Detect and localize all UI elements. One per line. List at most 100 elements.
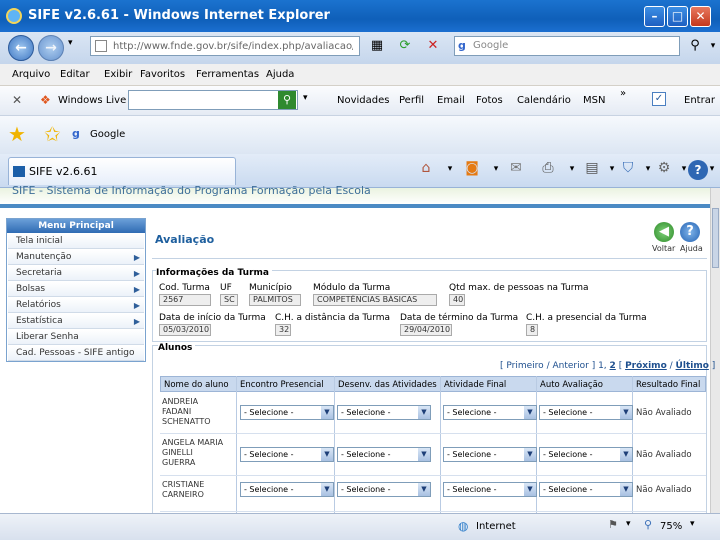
chevron-down-icon: ▼ bbox=[524, 483, 536, 496]
menu-item-cad-pessoas[interactable]: Cad. Pessoas - SIFE antigo bbox=[8, 346, 144, 361]
scrollbar-thumb[interactable] bbox=[712, 208, 719, 268]
live-link-novidades[interactable]: Novidades bbox=[337, 95, 389, 106]
modulo-field: COMPETÊNCIAS BÁSICAS bbox=[313, 294, 437, 306]
menu-arquivo[interactable]: Arquivo bbox=[12, 69, 50, 80]
add-favorite-icon[interactable]: ✩ bbox=[44, 122, 61, 146]
menu-item-tela-inicial[interactable]: Tela inicial bbox=[8, 234, 144, 249]
stop-icon[interactable]: ✕ bbox=[424, 38, 442, 54]
desenv-select[interactable]: - Selecione - ▼ bbox=[337, 447, 431, 462]
menu-item-manutencao[interactable]: Manutenção ▶ bbox=[8, 250, 144, 265]
voltar-button[interactable]: Voltar bbox=[652, 244, 675, 253]
ch-presencial-label: C.H. a presencial da Turma bbox=[526, 313, 647, 323]
google-fav-link[interactable]: Google bbox=[90, 129, 125, 140]
close-toolbar-icon[interactable]: ✕ bbox=[12, 93, 22, 107]
pager-ultimo[interactable]: Último bbox=[676, 361, 709, 371]
maximize-button[interactable]: □ bbox=[667, 6, 688, 27]
minimize-button[interactable]: – bbox=[644, 6, 665, 27]
auto-avaliacao-select[interactable]: - Selecione - ▼ bbox=[539, 482, 633, 497]
vertical-scrollbar[interactable] bbox=[710, 188, 720, 513]
favorites-star-icon[interactable]: ★ bbox=[8, 122, 26, 146]
data-termino-label: Data de término da Turma bbox=[400, 313, 519, 323]
help-dropdown[interactable]: ▾ bbox=[706, 164, 718, 174]
chevron-down-icon: ▼ bbox=[524, 448, 536, 461]
google-fav-icon: g bbox=[72, 127, 80, 140]
pager-page-2[interactable]: 2 bbox=[610, 361, 616, 371]
desenv-select[interactable]: - Selecione - ▼ bbox=[337, 482, 431, 497]
refresh-icon[interactable]: ⟳ bbox=[396, 38, 414, 54]
ajuda-button[interactable]: Ajuda bbox=[680, 244, 703, 253]
live-search-input[interactable] bbox=[128, 90, 298, 110]
live-link-fotos[interactable]: Fotos bbox=[476, 95, 503, 106]
live-search-dropdown[interactable]: ▾ bbox=[303, 93, 308, 103]
pager-primeiro[interactable]: Primeiro bbox=[506, 361, 543, 371]
chevron-right-icon: ▶ bbox=[133, 301, 140, 310]
chevron-down-icon: ▼ bbox=[418, 448, 430, 461]
google-icon: g bbox=[458, 39, 466, 52]
atividade-final-select[interactable]: - Selecione - ▼ bbox=[443, 447, 537, 462]
home-icon[interactable]: ⌂ bbox=[414, 160, 438, 176]
rss-feed-icon[interactable]: ◙ bbox=[460, 160, 484, 176]
encontro-select[interactable]: - Selecione - ▼ bbox=[240, 482, 334, 497]
mail-icon[interactable]: ✉ bbox=[504, 160, 528, 176]
zoom-dropdown[interactable]: ▾ bbox=[690, 519, 695, 529]
menu-editar[interactable]: Editar bbox=[60, 69, 90, 80]
atividade-final-select[interactable]: - Selecione - ▼ bbox=[443, 405, 537, 420]
recent-pages-dropdown[interactable]: ▾ bbox=[68, 38, 73, 48]
menu-item-relatorios[interactable]: Relatórios ▶ bbox=[8, 298, 144, 313]
signin-link[interactable]: Entrar bbox=[684, 95, 715, 106]
protected-mode-dropdown[interactable]: ▾ bbox=[626, 519, 631, 529]
back-arrow-icon[interactable]: ◀ bbox=[654, 222, 674, 242]
menu-ajuda[interactable]: Ajuda bbox=[266, 69, 294, 80]
student-name: ANGELA MARIA GINELLI GUERRA bbox=[162, 438, 224, 467]
live-link-perfil[interactable]: Perfil bbox=[399, 95, 424, 106]
search-icon[interactable]: ⚲ bbox=[686, 38, 704, 54]
header-divider bbox=[0, 204, 710, 208]
tab-sife[interactable]: SIFE v2.6.61 bbox=[8, 157, 236, 185]
search-box[interactable]: g Google bbox=[454, 36, 680, 56]
auto-avaliacao-select[interactable]: - Selecione - ▼ bbox=[539, 405, 633, 420]
print-icon[interactable]: ⎙ bbox=[536, 160, 560, 176]
col-auto-avaliacao: Auto Avaliação bbox=[540, 380, 604, 390]
chevron-down-icon: ▼ bbox=[418, 406, 430, 419]
checkbox-icon[interactable]: ✓ bbox=[652, 92, 666, 106]
menu-item-estatistica[interactable]: Estatística ▶ bbox=[8, 314, 144, 329]
live-link-calendario[interactable]: Calendário bbox=[517, 95, 571, 106]
security-zone: Internet bbox=[476, 521, 516, 532]
address-bar[interactable]: http://www.fnde.gov.br/sife/index.php/av… bbox=[90, 36, 360, 56]
zoom-icon: ⚲ bbox=[644, 518, 653, 531]
cod-turma-label: Cod. Turma bbox=[159, 283, 210, 293]
chevron-right-icon: ▶ bbox=[133, 269, 140, 278]
menu-exibir[interactable]: Exibir bbox=[104, 69, 132, 80]
chevron-down-icon: ▼ bbox=[418, 483, 430, 496]
col-atividade-final: Atividade Final bbox=[444, 380, 507, 390]
atividade-final-select[interactable]: - Selecione - ▼ bbox=[443, 482, 537, 497]
live-search-icon[interactable]: ⚲ bbox=[278, 91, 296, 109]
compatibility-icon[interactable]: ▦ bbox=[368, 38, 386, 54]
menu-item-bolsas[interactable]: Bolsas ▶ bbox=[8, 282, 144, 297]
pager-proximo[interactable]: Próximo bbox=[625, 361, 667, 371]
menu-favoritos[interactable]: Favoritos bbox=[140, 69, 185, 80]
live-link-email[interactable]: Email bbox=[437, 95, 465, 106]
ch-distancia-label: C.H. a distância da Turma bbox=[275, 313, 391, 323]
desenv-select[interactable]: - Selecione - ▼ bbox=[337, 405, 431, 420]
home-dropdown[interactable]: ▾ bbox=[438, 164, 462, 174]
windows-live-brand[interactable]: Windows Live bbox=[58, 95, 126, 106]
search-options-dropdown[interactable]: ▾ bbox=[704, 38, 720, 54]
live-link-msn[interactable]: MSN bbox=[583, 95, 605, 106]
uf-field: SC bbox=[220, 294, 238, 306]
help-circle-icon[interactable]: ? bbox=[680, 222, 700, 242]
encontro-select[interactable]: - Selecione - ▼ bbox=[240, 447, 334, 462]
auto-avaliacao-select[interactable]: - Selecione - ▼ bbox=[539, 447, 633, 462]
encontro-select[interactable]: - Selecione - ▼ bbox=[240, 405, 334, 420]
close-button[interactable]: ✕ bbox=[690, 6, 711, 27]
menu-ferramentas[interactable]: Ferramentas bbox=[196, 69, 259, 80]
back-button[interactable]: ← bbox=[8, 35, 34, 61]
forward-button[interactable]: → bbox=[38, 35, 64, 61]
menu-item-liberar-senha[interactable]: Liberar Senha bbox=[8, 330, 144, 345]
menu-item-secretaria[interactable]: Secretaria ▶ bbox=[8, 266, 144, 281]
pager-anterior[interactable]: Anterior bbox=[552, 361, 588, 371]
uf-label: UF bbox=[220, 283, 232, 293]
zoom-level[interactable]: 75% bbox=[660, 521, 682, 532]
more-links-chevron[interactable]: » bbox=[620, 88, 626, 99]
help-icon[interactable]: ? bbox=[688, 160, 708, 180]
